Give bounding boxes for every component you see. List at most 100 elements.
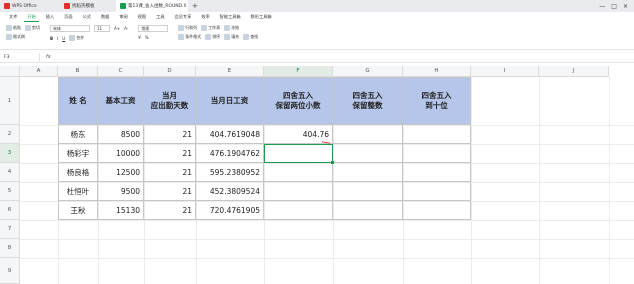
menu-efficiency[interactable]: 效率 <box>198 13 212 21</box>
header-cell-round-integer[interactable]: 四舍五入 保留整数 <box>333 77 403 125</box>
cell-round-int[interactable] <box>333 201 403 220</box>
worksheet-grid[interactable]: A B C D E F G H I J 1 2 3 4 5 6 7 8 9 姓 … <box>0 66 634 284</box>
row-header-6[interactable]: 6 <box>0 201 20 220</box>
new-tab-button[interactable]: + <box>188 2 202 10</box>
header-cell-base-salary[interactable]: 基本工资 <box>98 77 144 125</box>
menu-tools[interactable]: 工具 <box>153 13 167 21</box>
underline-button[interactable]: U <box>62 36 65 41</box>
cell-daily-wage[interactable]: 720.4761905 <box>196 201 264 220</box>
menu-page[interactable]: 页面 <box>61 13 75 21</box>
cell-round-int[interactable] <box>333 182 403 201</box>
cell-days[interactable]: 21 <box>144 125 196 144</box>
column-header-f[interactable]: F <box>264 66 333 77</box>
merge-button[interactable]: 合并 <box>69 35 84 41</box>
menu-view[interactable]: 视图 <box>135 13 149 21</box>
cell-round-tens[interactable] <box>403 201 471 220</box>
cell-daily-wage[interactable]: 404.7619048 <box>196 125 264 144</box>
italic-button[interactable]: I <box>57 36 58 41</box>
freeze-button[interactable]: 冻结 <box>224 25 239 31</box>
format-painter-button[interactable]: 格式刷 <box>6 34 25 40</box>
column-header-a[interactable]: A <box>20 66 58 77</box>
menu-review[interactable]: 审阅 <box>116 13 130 21</box>
cell-name[interactable]: 杨彩宇 <box>58 144 98 163</box>
cell-base-salary[interactable]: 10000 <box>98 144 144 163</box>
row-header-7[interactable]: 7 <box>0 220 20 239</box>
cell-round-int[interactable] <box>333 163 403 182</box>
column-header-i[interactable]: I <box>471 66 539 77</box>
row-header-3[interactable]: 3 <box>0 144 20 163</box>
cell-round-2[interactable] <box>264 163 333 182</box>
decrease-font-button[interactable]: A- <box>124 26 128 31</box>
cut-button[interactable]: 剪切 <box>25 25 40 31</box>
menu-data[interactable]: 数据 <box>98 13 112 21</box>
tab-workbook[interactable]: 第13课_舍入函数_ROUND.X × <box>116 0 188 12</box>
increase-font-button[interactable]: A+ <box>114 26 120 31</box>
tab-template[interactable]: 找稻壳模板 <box>60 0 116 12</box>
paste-button[interactable]: 粘贴 <box>6 25 21 31</box>
cell-base-salary[interactable]: 12500 <box>98 163 144 182</box>
maximize-button[interactable]: □ <box>611 3 617 10</box>
row-header-5[interactable]: 5 <box>0 182 20 201</box>
cell-days[interactable]: 21 <box>144 144 196 163</box>
font-family-select[interactable]: 宋体 <box>50 25 90 32</box>
cell-days[interactable]: 21 <box>144 201 196 220</box>
header-cell-daily-wage[interactable]: 当月日工资 <box>196 77 264 125</box>
header-cell-name[interactable]: 姓 名 <box>58 77 98 125</box>
column-header-b[interactable]: B <box>58 66 98 77</box>
cell-round-tens[interactable] <box>403 182 471 201</box>
tab-wps-office[interactable]: WPS Office <box>0 0 60 12</box>
menu-file[interactable]: 文件 <box>6 13 20 21</box>
cell-round-2[interactable] <box>264 182 333 201</box>
cell-name[interactable]: 杨东 <box>58 125 98 144</box>
rows-columns-button[interactable]: 行和列 <box>178 25 197 31</box>
row-header-4[interactable]: 4 <box>0 163 20 182</box>
worksheet-button[interactable]: 工作表 <box>201 25 220 31</box>
close-window-button[interactable]: × <box>623 3 628 10</box>
menu-smart-toolbox[interactable]: 智能工具箱 <box>217 13 244 21</box>
column-header-d[interactable]: D <box>144 66 196 77</box>
active-cell-f3[interactable] <box>264 144 333 163</box>
find-button[interactable]: 查找 <box>243 34 258 40</box>
cell-base-salary[interactable]: 9500 <box>98 182 144 201</box>
cell-daily-wage[interactable]: 452.3809524 <box>196 182 264 201</box>
cell-round-int[interactable] <box>333 144 403 163</box>
header-cell-attendance-days[interactable]: 当月 应出勤天数 <box>144 77 196 125</box>
percent-button[interactable]: % <box>145 35 149 40</box>
cell-name[interactable]: 杨良格 <box>58 163 98 182</box>
fill-button[interactable]: 填充 <box>224 34 239 40</box>
cell-name[interactable]: 杜恒叶 <box>58 182 98 201</box>
menu-home[interactable]: 开始 <box>24 13 39 22</box>
menu-shape-toolbox[interactable]: 数形工具箱 <box>248 13 275 21</box>
column-header-e[interactable]: E <box>196 66 264 77</box>
row-header-9[interactable]: 9 <box>0 258 20 284</box>
cell-daily-wage[interactable]: 595.2380952 <box>196 163 264 182</box>
cell-round-tens[interactable] <box>403 144 471 163</box>
fx-icon[interactable]: fx <box>40 54 57 60</box>
row-header-1[interactable]: 1 <box>0 77 20 125</box>
row-header-2[interactable]: 2 <box>0 125 20 144</box>
cell-round-int[interactable] <box>333 125 403 144</box>
menu-member[interactable]: 会员专享 <box>172 13 195 21</box>
menu-insert[interactable]: 插入 <box>43 13 57 21</box>
row-header-8[interactable]: 8 <box>0 239 20 258</box>
name-box[interactable]: F3 <box>0 52 40 62</box>
cell-base-salary[interactable]: 8500 <box>98 125 144 144</box>
cell-round-tens[interactable] <box>403 163 471 182</box>
currency-button[interactable]: ¥ <box>138 35 141 40</box>
cell-days[interactable]: 21 <box>144 182 196 201</box>
number-format-select[interactable]: 常规 <box>138 25 169 32</box>
column-header-j[interactable]: J <box>539 66 609 77</box>
header-cell-round-tens[interactable]: 四舍五入 到十位 <box>403 77 471 125</box>
cell-daily-wage[interactable]: 476.1904762 <box>196 144 264 163</box>
cell-round-tens[interactable] <box>403 125 471 144</box>
cell-name[interactable]: 王秋 <box>58 201 98 220</box>
cell-days[interactable]: 21 <box>144 163 196 182</box>
cell-base-salary[interactable]: 15130 <box>98 201 144 220</box>
column-header-h[interactable]: H <box>403 66 471 77</box>
select-all-corner[interactable] <box>0 66 20 77</box>
conditional-format-button[interactable]: 条件格式 <box>178 34 201 40</box>
fill-handle[interactable] <box>331 161 334 164</box>
minimize-button[interactable]: — <box>599 3 605 10</box>
sort-button[interactable]: 排序 <box>205 34 220 40</box>
column-header-c[interactable]: C <box>98 66 144 77</box>
